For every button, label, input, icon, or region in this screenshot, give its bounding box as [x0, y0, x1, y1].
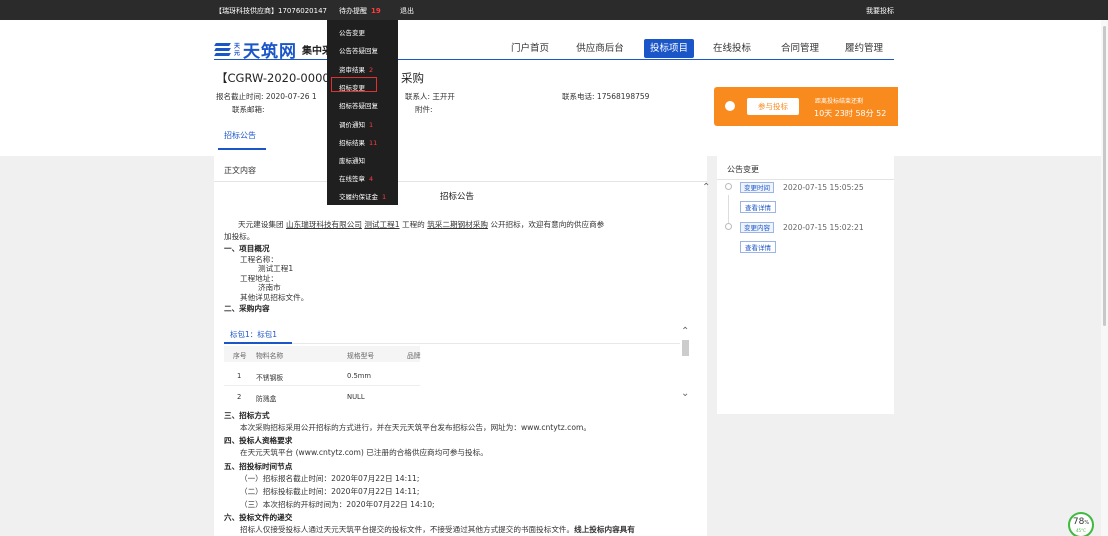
todo-reminder-menu[interactable]: 待办提醒 19	[339, 6, 381, 16]
logout-link[interactable]: 退出	[400, 6, 414, 16]
phone-value: 17568198759	[596, 92, 650, 101]
package-table-header	[224, 346, 420, 362]
timeline-3: （三）本次招标的开标时间为：2020年07月22日 14:10;	[240, 500, 435, 509]
highlight-box	[331, 77, 377, 92]
notice-intro-line2: 加投标。	[224, 232, 255, 241]
table-row: 不锈钢板	[256, 374, 284, 382]
contact-label: 联系人:	[405, 92, 431, 101]
package-tab[interactable]: 标包1：标包1	[230, 329, 277, 340]
notice-text: 公开招标，欢迎有意向的供应商参	[490, 220, 605, 229]
notice-text: 工程的	[401, 220, 425, 229]
join-bid-button[interactable]: 参与投标	[747, 98, 799, 115]
change-tag: 变更时间	[740, 182, 774, 193]
notice-title: 招标公告	[440, 192, 475, 202]
table-scroll-down-icon[interactable]: ⌄	[681, 388, 689, 399]
dropdown-item[interactable]: 废标通知	[339, 155, 369, 165]
change-time: 2020-07-15 15:05:25	[783, 183, 864, 192]
section-5-heading: 五、招投标时间节点	[224, 462, 293, 471]
view-detail-button[interactable]: 查看详情	[740, 201, 776, 213]
nav-home[interactable]: 门户首页	[508, 39, 552, 58]
change-tag: 变更内容	[740, 222, 774, 233]
col-brand: 品牌	[407, 352, 421, 360]
nav-contract[interactable]: 合同管理	[776, 39, 824, 58]
col-no: 序号	[233, 352, 247, 360]
contact-value: 王开开	[432, 92, 455, 101]
nav-online-bid[interactable]: 在线投标	[708, 39, 756, 58]
bid-countdown-panel: 参与投标 距离投标结束还剩 10天 23时 58分 52	[714, 87, 898, 126]
gauge-temperature: 45°C	[1076, 528, 1086, 533]
change-time: 2020-07-15 15:02:21	[783, 223, 864, 232]
nav-supplier-admin[interactable]: 供应商后台	[572, 39, 628, 58]
notice-supplier: 山东瑞玡科技有限公司	[285, 220, 362, 229]
timeline-2: （二）招标投标截止时间：2020年07月22日 14:11;	[240, 487, 420, 496]
dropdown-item[interactable]: 招标结果 11	[339, 137, 377, 147]
dropdown-item[interactable]: 公告答疑回复	[339, 45, 382, 55]
status-dot-icon	[725, 101, 735, 111]
nav-bid-projects[interactable]: 投标项目	[644, 39, 694, 58]
timeline-connector	[728, 195, 729, 223]
table-row: 0.5mm	[347, 372, 372, 380]
page-header	[0, 20, 1108, 156]
bid-link[interactable]: 我要投标	[866, 6, 894, 16]
table-row: 2	[237, 393, 242, 401]
table-row: NULL	[347, 393, 365, 401]
dropdown-item[interactable]: 资审结果 2	[339, 64, 373, 74]
section-4-text: 在天元天筑平台 (www.cntytz.com) 已注册的合格供应商均可参与投标…	[240, 448, 488, 457]
page-scrollbar-thumb[interactable]	[1103, 26, 1106, 326]
content-scroll-up-icon[interactable]: ⌃	[702, 182, 710, 193]
section-3-heading: 三、招标方式	[224, 411, 270, 420]
section-2-heading: 二、采购内容	[224, 304, 270, 313]
dropdown-item[interactable]: 调价通知 1	[339, 119, 373, 129]
section-3-text: 本次采购招标采用公开招标的方式进行，并在天元天筑平台发布招标公告，网址为：www…	[240, 423, 591, 432]
top-bar: 【瑞玡科技供应商】17076020147 待办提醒 19 退出 我要投标	[0, 0, 1108, 20]
view-detail-button[interactable]: 查看详情	[740, 241, 776, 253]
tab-notice-underline	[218, 148, 266, 150]
notice-other: 其他详见招标文件。	[240, 293, 309, 302]
dropdown-item[interactable]: 招标答疑回复	[339, 100, 382, 110]
todo-dropdown-menu: 公告变更 公告答疑回复 资审结果 2 招标变更 招标答疑回复 调价通知 1 招标结果…	[327, 20, 398, 205]
table-row: 防溅盒	[256, 395, 277, 403]
attachment-label: 附件:	[415, 105, 433, 114]
project-title-tail: 采购	[401, 71, 424, 85]
timeline-1: （一）招标报名截止时间：2020年07月22日 14:11;	[240, 474, 420, 483]
table-scrollbar[interactable]	[682, 340, 689, 356]
section-1-heading: 一、项目概况	[224, 244, 270, 253]
phone-label: 联系电话:	[562, 92, 595, 101]
logo-icon	[214, 42, 232, 57]
email-label: 联系邮箱:	[232, 105, 265, 114]
timeline-node-icon	[725, 223, 732, 230]
notice-buyer: 天元建设集团	[238, 220, 284, 229]
table-scroll-up-icon[interactable]: ⌃	[681, 326, 689, 337]
section-6-heading: 六、投标文件的递交	[224, 513, 293, 522]
project-title: 【CGRW-2020-000009	[216, 71, 345, 85]
deadline-value: 2020-07-26 1	[265, 92, 317, 101]
dropdown-item[interactable]: 在线签章 4	[339, 173, 373, 183]
nav-performance[interactable]: 履约管理	[840, 39, 888, 58]
content-header: 正文内容	[224, 166, 256, 175]
dropdown-item[interactable]: 公告变更	[339, 27, 369, 37]
countdown-label: 距离投标结束还剩	[815, 98, 864, 105]
timeline-node-icon	[725, 183, 732, 190]
col-material: 物料名称	[256, 352, 284, 360]
supplier-account: 【瑞玡科技供应商】17076020147	[215, 7, 327, 15]
countdown-value: 10天 23时 58分 52	[814, 109, 887, 118]
section-4-heading: 四、投标人资格要求	[224, 436, 293, 445]
deadline-label: 报名截止时间:	[216, 92, 264, 101]
nav-underline	[214, 59, 894, 60]
notice-purchase: 筑采二期钢材采购	[427, 220, 488, 229]
logo-tiny-text: 天元	[234, 42, 241, 57]
notice-project: 测试工程1	[364, 220, 400, 229]
dropdown-item[interactable]: 交履约保证金 1	[339, 191, 386, 201]
col-spec: 规格型号	[347, 352, 375, 360]
tab-notice[interactable]: 招标公告	[224, 130, 256, 141]
table-row: 1	[237, 372, 242, 380]
section-6-text-bold: 线上投标内容具有	[574, 525, 635, 534]
section-6-text: 招标人仅接受投标人通过天元天筑平台提交的投标文件，不接受通过其他方式提交的书面投…	[240, 525, 575, 534]
change-header: 公告变更	[727, 165, 759, 174]
change-panel: 公告变更	[717, 156, 894, 414]
todo-count-badge: 19	[371, 7, 381, 15]
